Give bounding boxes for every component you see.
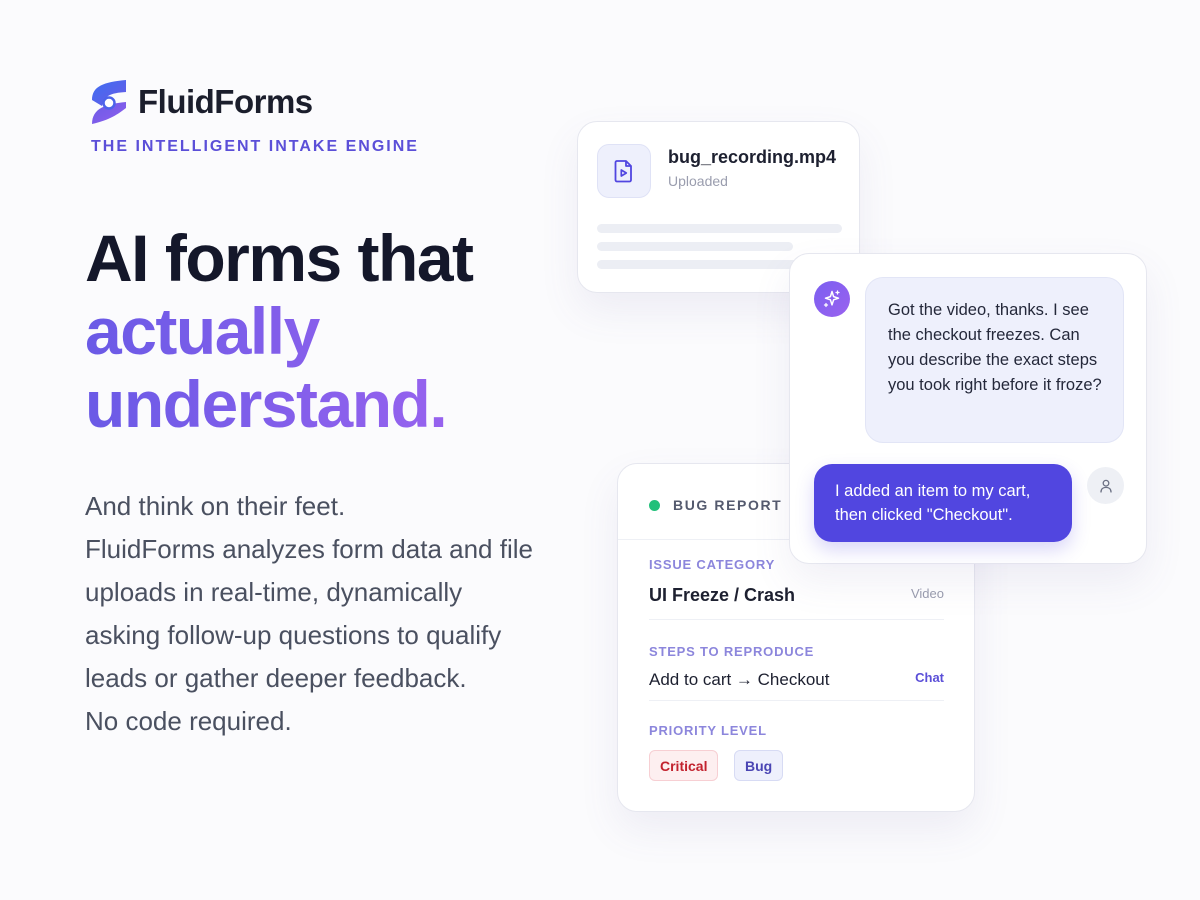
brand: FluidForms bbox=[90, 78, 313, 126]
file-icon-box bbox=[597, 144, 651, 198]
file-status: Uploaded bbox=[668, 173, 728, 189]
chat-card: Got the video, thanks. I see the checkou… bbox=[789, 253, 1147, 564]
user-message-bubble: I added an item to my cart, then clicked… bbox=[814, 464, 1072, 542]
brand-name: FluidForms bbox=[138, 83, 313, 120]
headline-line-2: actually bbox=[85, 295, 473, 368]
priority-label: PRIORITY LEVEL bbox=[649, 723, 767, 738]
status-dot bbox=[649, 499, 660, 511]
description-line: leads or gather deeper feedback. bbox=[85, 663, 467, 693]
priority-badge-critical: Critical bbox=[649, 750, 719, 781]
headline-line-1: AI forms that bbox=[85, 221, 474, 295]
skeleton-line bbox=[597, 242, 793, 251]
user-avatar bbox=[1087, 467, 1124, 504]
ai-avatar bbox=[814, 281, 850, 317]
file-name: bug_recording.mp4 bbox=[668, 147, 837, 167]
video-file-icon bbox=[614, 160, 632, 183]
field-divider bbox=[649, 619, 944, 620]
field-divider bbox=[649, 700, 944, 701]
description-line: No code required. bbox=[85, 706, 292, 736]
ai-message-bubble: Got the video, thanks. I see the checkou… bbox=[865, 277, 1124, 443]
description-line: FluidForms analyzes form data and file bbox=[85, 534, 533, 564]
fluidforms-logo-icon bbox=[92, 80, 126, 124]
report-header: BUG REPORT bbox=[649, 497, 782, 513]
user-icon bbox=[1099, 479, 1112, 493]
issue-category-label: ISSUE CATEGORY bbox=[649, 557, 776, 572]
issue-category-value: UI Freeze / Crash bbox=[649, 585, 796, 605]
steps-label: STEPS TO REPRODUCE bbox=[649, 644, 815, 659]
headline-line-3: understand. bbox=[85, 368, 473, 441]
priority-badge-bug: Bug bbox=[734, 750, 784, 781]
description-line: And think on their feet. bbox=[85, 491, 346, 521]
skeleton-line bbox=[597, 224, 842, 233]
hero-description: And think on their feet. FluidForms anal… bbox=[85, 485, 585, 743]
tagline: THE INTELLIGENT INTAKE ENGINE bbox=[91, 138, 419, 155]
sparkle-icon bbox=[823, 290, 840, 308]
headline: AI forms that actually understand. bbox=[85, 221, 474, 441]
description-line: asking follow-up questions to qualify bbox=[85, 620, 502, 650]
steps-source: Chat bbox=[915, 670, 944, 685]
issue-category-source: Video bbox=[910, 586, 944, 601]
steps-value: Add to cart → Checkout bbox=[649, 670, 830, 689]
description-line: uploads in real-time, dynamically bbox=[85, 577, 463, 607]
report-title: BUG REPORT bbox=[673, 497, 783, 513]
